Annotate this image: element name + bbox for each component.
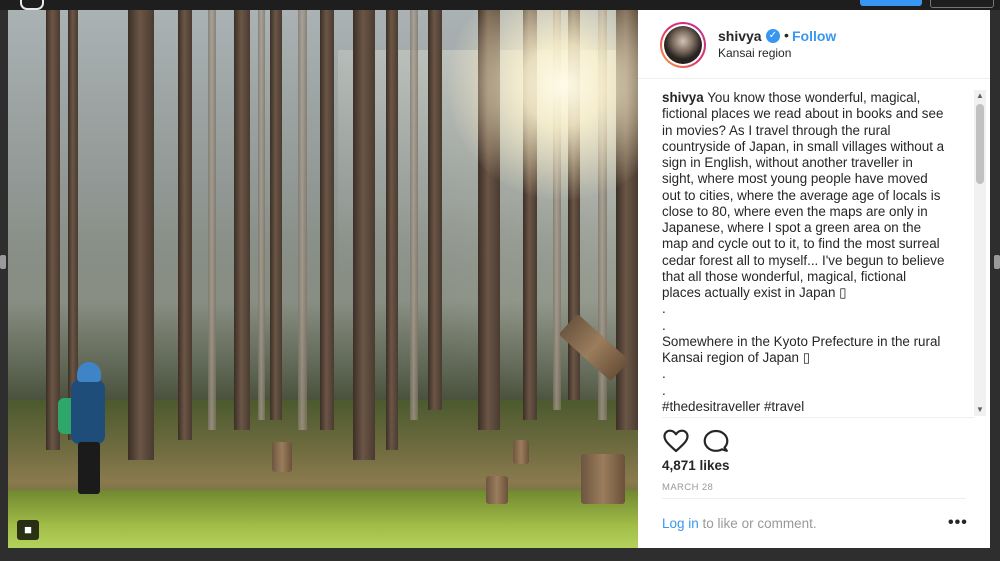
location-link[interactable]: Kansai region [718,46,791,60]
tree-trunk [386,10,398,450]
instagram-logo-icon[interactable] [20,0,44,10]
comment-icon[interactable] [702,428,730,454]
tree-trunk [178,10,192,440]
tree-trunk [258,10,265,420]
avatar-border [662,24,704,66]
jacket [71,380,105,444]
tree-trunk [298,10,307,430]
tree-trunk [234,10,250,430]
login-link[interactable]: Log in [662,516,699,531]
scroll-thumb[interactable] [976,104,984,184]
login-prompt-text: to like or comment. [698,516,817,531]
caption-scroll-area[interactable]: shivya You know those wonderful, magical… [662,90,973,416]
tree-stump [581,454,625,504]
login-prompt: Log in to like or comment. [662,516,817,531]
tree-trunk [128,10,154,460]
top-signup-button[interactable] [930,0,994,8]
left-edge-arrow-icon[interactable] [0,255,6,269]
tree-trunk [428,10,442,410]
divider [662,417,974,418]
post-date: MARCH 28 [662,482,714,493]
top-login-button[interactable] [860,0,922,6]
tree-stump [272,442,292,472]
more-options-icon[interactable]: ••• [948,514,968,532]
tree-trunk [410,10,418,420]
right-edge-arrow-icon[interactable] [994,255,1000,269]
user-tag-icon[interactable]: ■ [17,520,39,540]
post-photo[interactable]: ■ [8,10,638,548]
likes-count[interactable]: 4,871 likes [662,458,730,473]
tree-trunk [320,10,334,430]
tree-stump [486,476,508,504]
avatar-image [664,26,702,64]
divider [662,498,966,499]
hiker-figure [58,362,112,494]
avatar[interactable] [660,22,706,68]
tree-stump [513,440,529,464]
username-link[interactable]: shivya [718,28,762,44]
tree-trunk [46,10,60,450]
follow-button[interactable]: Follow [792,28,836,44]
post-side-panel: shivya ✓ • Follow Kansai region shivya Y… [638,10,990,548]
post-modal: ■ shivya ✓ • Follow Kansai region shivya… [8,10,990,548]
page-top-strip [0,0,1000,10]
scroll-down-arrow-icon[interactable]: ▼ [974,404,986,416]
tree-trunk [353,10,375,460]
separator-dot: • [784,27,789,43]
heart-icon[interactable] [662,428,690,454]
foreground-grass [8,490,638,548]
scroll-up-arrow-icon[interactable]: ▲ [974,90,986,102]
tree-trunk [270,10,282,420]
caption-text: You know those wonderful, magical, ficti… [662,90,945,414]
caption-username-link[interactable]: shivya [662,90,704,105]
caption: shivya You know those wonderful, magical… [662,90,948,415]
caption-scrollbar[interactable]: ▲ ▼ [974,90,986,416]
legs [78,442,100,494]
post-header: shivya ✓ • Follow Kansai region [638,10,990,79]
tree-trunk [208,10,216,430]
beanie [77,362,101,382]
verified-badge-icon: ✓ [766,29,780,43]
